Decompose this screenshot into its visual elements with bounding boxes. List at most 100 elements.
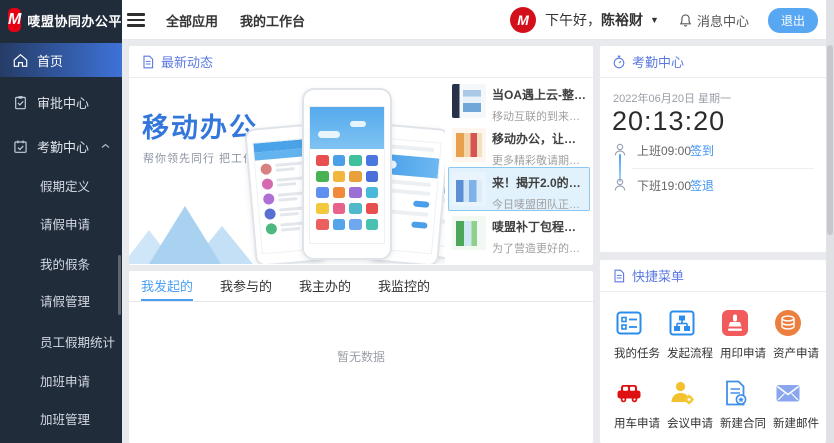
sidebar-subitem-leave-request[interactable]: 请假申请 [0, 208, 122, 242]
latest-news-header: 最新动态 [129, 46, 593, 78]
divider [632, 168, 814, 169]
check-out-label: 下班19:00 [637, 177, 691, 194]
empty-state-text: 暂无数据 [129, 348, 593, 365]
flowchart-icon [667, 308, 697, 338]
person-icon [612, 177, 628, 193]
check-in-link[interactable]: 签到 [690, 142, 714, 159]
task-list-icon [614, 308, 644, 338]
quick-item-label: 发起流程 [667, 345, 720, 361]
quick-menu-panel: 快捷菜单 我的任务 发起流程 用印申请 资产申请 用车申请 会议申请 新建合 [600, 260, 826, 443]
envelope-icon [773, 378, 803, 408]
app-title: 唛盟协同办公平台 [27, 11, 135, 30]
sidebar-subitem-overtime-request[interactable]: 加班申请 [0, 365, 122, 399]
person-gear-icon [667, 378, 697, 408]
home-icon [13, 53, 28, 68]
sidebar-item-home[interactable]: 首页 [0, 43, 122, 77]
phone-mockup [302, 88, 392, 260]
check-out-row: 下班19:00 签退 [600, 173, 826, 197]
tab-hosted-by-me[interactable]: 我主办的 [299, 271, 351, 301]
sidebar-item-approval-center[interactable]: 审批中心 [0, 85, 122, 119]
check-in-row: 上班09:00 签到 [600, 138, 826, 162]
panel-title: 最新动态 [161, 52, 213, 71]
logo-icon: M [8, 8, 21, 32]
header-right: M 下午好，陈裕财 ▼ 消息中心 退出 [510, 0, 818, 40]
message-center[interactable]: 消息中心 [678, 11, 749, 30]
quick-item-label: 我的任务 [614, 345, 667, 361]
chevron-up-icon [101, 143, 110, 149]
quick-item-asset-request[interactable]: 资产申请 [773, 308, 826, 361]
sidebar-item-attendance-center[interactable]: 考勤中心 [0, 129, 122, 163]
quick-item-label: 会议申请 [667, 415, 720, 431]
check-out-link[interactable]: 签退 [690, 177, 714, 194]
nav-all-apps[interactable]: 全部应用 [166, 11, 218, 30]
news-item[interactable]: 移动办公，让世界触手可 更多精彩敬请期待....... [448, 123, 590, 167]
bell-icon [678, 13, 693, 28]
quick-item-vehicle-request[interactable]: 用车申请 [614, 378, 667, 431]
news-title: 当OA遇上云-整个协同OA [492, 86, 586, 103]
news-desc: 更多精彩敬请期待....... [492, 152, 586, 168]
approval-icon [13, 95, 28, 110]
greeting-text: 下午好， [545, 12, 601, 28]
quick-menu-grid: 我的任务 发起流程 用印申请 资产申请 用车申请 会议申请 新建合同 新建邮件 [600, 292, 826, 431]
quick-item-start-flow[interactable]: 发起流程 [667, 308, 720, 361]
news-item[interactable]: 当OA遇上云-整个协同OA 移动互联的到来，让OA与云 [448, 79, 590, 123]
tab-monitored-by-me[interactable]: 我监控的 [378, 271, 430, 301]
news-thumbnail [452, 128, 486, 162]
quick-item-label: 用印申请 [720, 345, 773, 361]
sidebar: 首页 审批中心 考勤中心 假期定义 请假申请 我的假条 请假管理 员工假期统计 … [0, 40, 122, 443]
quick-item-label: 新建合同 [720, 415, 773, 431]
user-greeting[interactable]: 下午好，陈裕财 [545, 10, 643, 30]
attendance-header: 考勤中心 [600, 46, 826, 78]
user-avatar[interactable]: M [510, 7, 536, 33]
news-title: 唛盟补丁包程序更新 [492, 218, 586, 235]
my-tasks-panel: 我发起的 我参与的 我主办的 我监控的 暂无数据 [129, 271, 593, 443]
quick-menu-header: 快捷菜单 [600, 260, 826, 292]
news-desc: 今日唛盟团队正在加班加点， [492, 196, 586, 212]
attendance-icon [13, 139, 28, 154]
sidebar-subitem-overtime-management[interactable]: 加班管理 [0, 403, 122, 437]
document-icon [141, 55, 155, 69]
chevron-down-icon[interactable]: ▼ [650, 15, 659, 25]
panel-title: 考勤中心 [632, 52, 684, 71]
logout-button[interactable]: 退出 [768, 8, 818, 33]
quick-item-seal-request[interactable]: 用印申请 [720, 308, 773, 361]
quick-item-new-mail[interactable]: 新建邮件 [773, 378, 826, 431]
task-tabs: 我发起的 我参与的 我主办的 我监控的 [129, 271, 593, 302]
sidebar-subitem-holiday-definition[interactable]: 假期定义 [0, 170, 122, 204]
quick-item-my-tasks[interactable]: 我的任务 [614, 308, 667, 361]
sidebar-subitem-leave-management[interactable]: 请假管理 [0, 285, 122, 319]
mobile-office-banner: 移动办公 帮你领先同行 把工作带出办公室 [129, 78, 445, 264]
banner-headline: 移动办公 [142, 106, 258, 145]
sidebar-item-label: 首页 [37, 51, 63, 70]
attendance-clock: 20:13:20 [612, 106, 725, 137]
quick-item-label: 用车申请 [614, 415, 667, 431]
attendance-panel: 考勤中心 2022年06月20日 星期一 20:13:20 上班09:00 签到… [600, 46, 826, 252]
quick-item-meeting-request[interactable]: 会议申请 [667, 378, 720, 431]
tab-participated-by-me[interactable]: 我参与的 [220, 271, 272, 301]
news-item[interactable]: 唛盟补丁包程序更新 为了营造更好的客户体验，唛 [448, 211, 590, 255]
news-list: 当OA遇上云-整个协同OA 移动互联的到来，让OA与云 移动办公，让世界触手可 … [448, 79, 590, 255]
car-icon [614, 378, 644, 408]
coins-icon [773, 308, 803, 338]
username: 陈裕财 [601, 12, 643, 28]
news-thumbnail [452, 84, 486, 118]
menu-toggle-icon[interactable] [127, 13, 145, 27]
tab-initiated-by-me[interactable]: 我发起的 [141, 271, 193, 301]
stopwatch-icon [612, 55, 626, 69]
quick-item-new-contract[interactable]: 新建合同 [720, 378, 773, 431]
quick-item-label: 新建邮件 [773, 415, 826, 431]
top-nav: 全部应用 我的工作台 [166, 0, 305, 40]
news-desc: 移动互联的到来，让OA与云 [492, 108, 586, 124]
nav-my-workbench[interactable]: 我的工作台 [240, 11, 305, 30]
window-scrollbar-track [826, 0, 834, 443]
sidebar-subitem-staff-holiday-stats[interactable]: 员工假期统计 [0, 326, 122, 360]
document-icon [612, 269, 626, 283]
panel-title: 快捷菜单 [632, 266, 684, 285]
sidebar-scrollbar-thumb[interactable] [118, 255, 121, 315]
stamp-icon [720, 308, 750, 338]
sidebar-subitem-my-leave-notes[interactable]: 我的假条 [0, 248, 122, 282]
quick-item-label: 资产申请 [773, 345, 826, 361]
window-scrollbar-thumb[interactable] [827, 45, 833, 235]
news-item-selected[interactable]: 来！揭开2.0的神秘面纱- 今日唛盟团队正在加班加点， [448, 167, 590, 211]
news-body: 移动办公 帮你领先同行 把工作带出办公室 [129, 78, 593, 264]
